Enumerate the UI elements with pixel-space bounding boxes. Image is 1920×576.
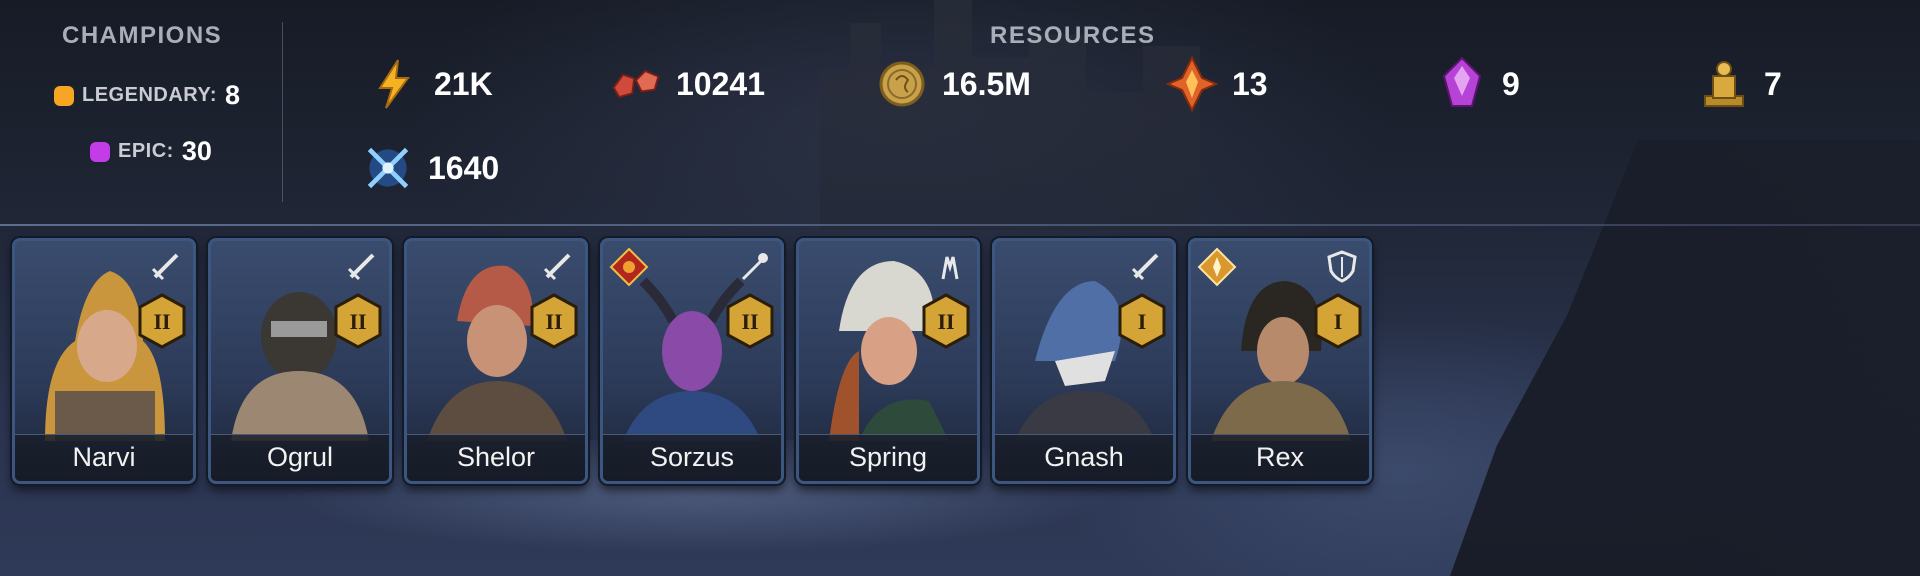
epic-dot-icon: [90, 141, 110, 162]
resource-energy[interactable]: 21K: [368, 58, 493, 110]
resources-title: RESOURCES: [990, 22, 1156, 49]
magic-icon: [741, 253, 768, 281]
resource-value: 16.5M: [942, 65, 1031, 102]
champion-card-sorzus[interactable]: II Sorzus: [600, 238, 784, 484]
rank-badge-icon: II: [138, 293, 186, 349]
resource-arena-token[interactable]: 1640: [362, 142, 499, 194]
resource-value: 21K: [434, 65, 493, 102]
gold-statue-icon: [1698, 58, 1750, 110]
svg-text:II: II: [545, 309, 562, 334]
energy-icon: [368, 58, 420, 110]
resource-purple-shard[interactable]: 9: [1436, 56, 1520, 110]
resource-value: 10241: [676, 65, 765, 102]
champion-name: Spring: [848, 442, 928, 472]
rarity-label: LEGENDARY:: [82, 84, 217, 106]
rarity-label: EPIC:: [118, 140, 174, 162]
svg-text:I: I: [1334, 309, 1343, 334]
champion-card-list: II Narvi II Ogrul II Shelor II Sorzus II…: [12, 238, 1372, 484]
svg-text:II: II: [349, 309, 366, 334]
svg-text:II: II: [937, 309, 954, 334]
attack-icon: [543, 253, 571, 281]
champion-card-ogrul[interactable]: II Ogrul: [208, 238, 392, 484]
header-divider: [0, 224, 1920, 226]
legendary-dot-icon: [54, 85, 74, 106]
resource-value: 9: [1502, 65, 1520, 102]
attack-icon: [347, 253, 375, 281]
resource-value: 13: [1232, 65, 1268, 102]
champion-card-rex[interactable]: I Rex: [1188, 238, 1372, 484]
defense-icon: [1327, 250, 1357, 283]
legendary-count: LEGENDARY: 8: [54, 80, 240, 111]
attack-icon: [1131, 253, 1159, 281]
force-affinity-icon: [609, 247, 649, 287]
resource-value: 7: [1764, 65, 1782, 102]
champion-card-gnash[interactable]: I Gnash: [992, 238, 1176, 484]
champion-name: Ogrul: [266, 442, 334, 472]
champion-name: Sorzus: [649, 442, 735, 472]
attack-icon: [151, 253, 179, 281]
resource-fire-shard[interactable]: 13: [1166, 56, 1268, 112]
champion-card-shelor[interactable]: II Shelor: [404, 238, 588, 484]
resource-silver[interactable]: 16.5M: [876, 58, 1031, 110]
background-cliff: [1450, 140, 1920, 576]
purple-shard-icon: [1436, 56, 1488, 110]
resource-value: 1640: [428, 149, 500, 186]
champion-card-narvi[interactable]: II Narvi: [12, 238, 196, 484]
rarity-count: 8: [225, 80, 241, 110]
arena-token-icon: [362, 142, 414, 194]
champion-name: Narvi: [72, 442, 136, 472]
rank-badge-icon: II: [334, 293, 382, 349]
resource-gold-statue[interactable]: 7: [1698, 58, 1782, 110]
gems-icon: [610, 58, 662, 110]
champion-card-spring[interactable]: II Spring: [796, 238, 980, 484]
spirit-affinity-icon: [1197, 247, 1237, 287]
header-vertical-divider: [282, 22, 283, 202]
resource-gems[interactable]: 10241: [610, 58, 765, 110]
fire-shard-icon: [1166, 56, 1218, 112]
silver-coin-icon: [876, 58, 928, 110]
champions-title: CHAMPIONS: [62, 22, 223, 49]
epic-count: EPIC: 30: [90, 136, 212, 167]
support-icon: [941, 256, 959, 280]
svg-text:II: II: [153, 309, 170, 334]
champion-name: Gnash: [1044, 442, 1124, 472]
rank-badge-icon: II: [922, 293, 970, 349]
svg-text:I: I: [1138, 309, 1147, 334]
rank-badge-icon: I: [1314, 293, 1362, 349]
svg-text:II: II: [741, 309, 758, 334]
champion-name: Shelor: [456, 442, 536, 472]
champion-name: Rex: [1255, 442, 1304, 472]
rank-badge-icon: II: [530, 293, 578, 349]
rank-badge-icon: II: [726, 293, 774, 349]
rank-badge-icon: I: [1118, 293, 1166, 349]
rarity-count: 30: [181, 136, 212, 166]
